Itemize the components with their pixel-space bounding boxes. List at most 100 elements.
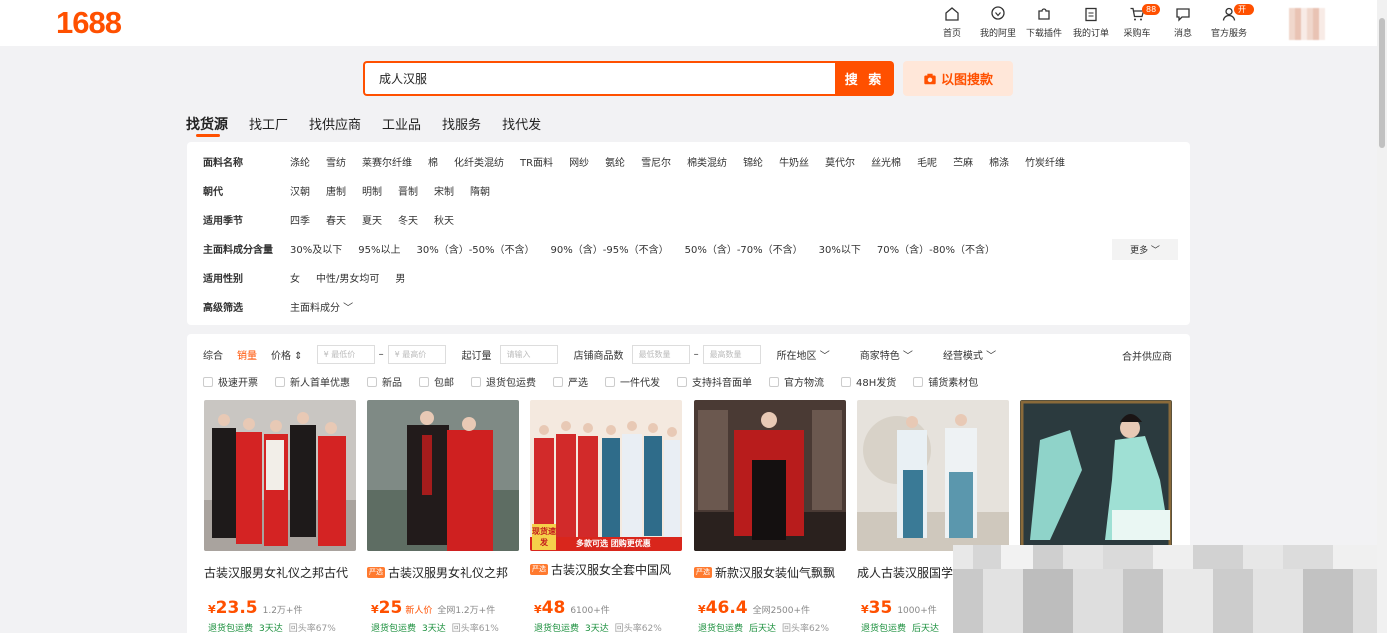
quick-filter-checkbox[interactable]: 极速开票 [203, 374, 258, 389]
filter-option[interactable]: 苎麻 [953, 154, 973, 169]
product-card[interactable]: 严选 新款汉服女装仙气飘飘 ¥ 46.4 全网2500+件 退货包运费 后天达 回… [694, 400, 846, 633]
sort-comprehensive[interactable]: 综合 [203, 347, 223, 362]
tab-dropship[interactable]: 找代发 [502, 114, 541, 134]
quick-filter-checkbox[interactable]: 48H发货 [841, 374, 896, 389]
filter-option[interactable]: 锦纶 [743, 154, 763, 169]
shop-count-min-input[interactable]: 最低数量 [631, 344, 690, 364]
moq-input[interactable]: 请输入 [499, 344, 558, 364]
filter-option[interactable]: 30%及以下 [290, 241, 342, 256]
filter-option[interactable]: 棉 [428, 154, 438, 169]
nav-home[interactable]: 首页 [927, 6, 977, 39]
filter-option[interactable]: 30%以下 [819, 241, 861, 256]
nav-my-orders[interactable]: 我的订单 [1066, 6, 1116, 39]
checkbox-box[interactable] [367, 376, 377, 387]
shop-count-max-input[interactable]: 最高数量 [702, 344, 761, 364]
checkbox-box[interactable] [419, 376, 429, 387]
filter-option[interactable]: 30%（含）-50%（不含） [416, 241, 534, 256]
quick-filter-checkbox[interactable]: 严选 [553, 374, 588, 389]
filter-option[interactable]: 雪纺 [326, 154, 346, 169]
filter-option[interactable]: 春天 [326, 212, 346, 227]
filter-option[interactable]: 95%以上 [358, 241, 400, 256]
filter-option[interactable]: 晋制 [398, 183, 418, 198]
checkbox-box[interactable] [769, 376, 779, 387]
product-image[interactable] [204, 400, 356, 551]
scrollbar[interactable] [1377, 0, 1387, 633]
filter-option[interactable]: 棉类混纺 [687, 154, 727, 169]
filter-option[interactable]: 牛奶丝 [779, 154, 809, 169]
product-image[interactable] [1020, 400, 1172, 551]
filter-option[interactable]: 汉朝 [290, 183, 310, 198]
product-title[interactable]: 严选 新款汉服女装仙气飘飘 [694, 564, 846, 581]
region-dropdown[interactable]: 所在地区 ﹀ [777, 347, 830, 362]
product-title[interactable]: 严选 古装汉服女全套中国风 [530, 561, 682, 578]
product-card[interactable]: 现货速发 多款可选 团购更优惠 严选 古装汉服女全套中国风 ¥ 48 6100+件… [530, 400, 682, 633]
filter-option[interactable]: 女 [290, 270, 300, 285]
quick-filter-checkbox[interactable]: 新品 [367, 374, 402, 389]
sort-sales[interactable]: 销量 [237, 347, 257, 362]
quick-filter-checkbox[interactable]: 新人首单优惠 [275, 374, 350, 389]
quick-filter-checkbox[interactable]: 一件代发 [605, 374, 660, 389]
filter-option[interactable]: 莫代尔 [825, 154, 855, 169]
filter-option[interactable]: 明制 [362, 183, 382, 198]
checkbox-box[interactable] [203, 376, 213, 387]
tab-find-service[interactable]: 找服务 [442, 114, 481, 134]
more-filters-button[interactable]: 更多 ﹀ [1112, 239, 1178, 260]
product-image[interactable] [857, 400, 1009, 551]
filter-option[interactable]: 冬天 [398, 212, 418, 227]
filter-option[interactable]: 唐制 [326, 183, 346, 198]
filter-option[interactable]: 竹炭纤维 [1025, 154, 1065, 169]
checkbox-box[interactable] [553, 376, 563, 387]
quick-filter-checkbox[interactable]: 包邮 [419, 374, 454, 389]
filter-option[interactable]: 化纤类混纺 [454, 154, 504, 169]
product-title[interactable]: 古装汉服男女礼仪之邦古代 [204, 564, 356, 581]
checkbox-box[interactable] [275, 376, 285, 387]
filter-option[interactable]: 氨纶 [605, 154, 625, 169]
checkbox-box[interactable] [605, 376, 615, 387]
filter-option[interactable]: 四季 [290, 212, 310, 227]
filter-option[interactable]: 夏天 [362, 212, 382, 227]
filter-option[interactable]: 隋朝 [470, 183, 490, 198]
tab-find-supplier[interactable]: 找供应商 [309, 114, 361, 134]
price-min-input[interactable]: ¥ 最低价 [316, 344, 375, 364]
quick-filter-checkbox[interactable]: 支持抖音面单 [677, 374, 752, 389]
checkbox-box[interactable] [913, 376, 924, 387]
product-title[interactable]: 严选 古装汉服男女礼仪之邦 [367, 564, 519, 581]
filter-option[interactable]: 70%（含）-80%（不含） [877, 241, 995, 256]
checkbox-box[interactable] [841, 376, 851, 387]
search-input[interactable] [365, 63, 835, 94]
filter-option[interactable]: 莱赛尔纤维 [362, 154, 412, 169]
nav-messages[interactable]: 消息 [1158, 6, 1208, 39]
tab-find-factory[interactable]: 找工厂 [249, 114, 288, 134]
merchant-feature-dropdown[interactable]: 商家特色 ﹀ [860, 347, 913, 362]
filter-option[interactable]: 中性/男女均可 [316, 270, 379, 285]
filter-option[interactable]: 毛呢 [917, 154, 937, 169]
site-logo[interactable]: 1688 [56, 5, 122, 41]
scrollbar-thumb[interactable] [1379, 18, 1385, 148]
business-model-dropdown[interactable]: 经营模式 ﹀ [943, 347, 996, 362]
advanced-filter-dropdown[interactable]: 主面料成分 ﹀ [290, 299, 353, 314]
image-search-button[interactable]: 以图搜款 [903, 61, 1013, 96]
product-image-wrap[interactable]: 现货速发 多款可选 团购更优惠 [530, 400, 682, 551]
filter-option[interactable]: 丝光棉 [871, 154, 901, 169]
filter-option[interactable]: 雪尼尔 [641, 154, 671, 169]
filter-option[interactable]: 网纱 [569, 154, 589, 169]
tab-industrial[interactable]: 工业品 [382, 114, 421, 134]
sort-price[interactable]: 价格 ⇕ [271, 347, 303, 362]
filter-option[interactable]: TR面料 [520, 154, 553, 169]
search-button[interactable]: 搜 索 [835, 61, 894, 96]
nav-cart[interactable]: 88 采购车 [1112, 4, 1162, 39]
price-max-input[interactable]: ¥ 最高价 [387, 344, 446, 364]
avatar[interactable] [1289, 8, 1325, 40]
filter-option[interactable]: 秋天 [434, 212, 454, 227]
product-image[interactable] [367, 400, 519, 551]
product-card[interactable]: 古装汉服男女礼仪之邦古代 ¥ 23.5 1.2万+件 退货包运费 3天达 回头率… [204, 400, 356, 633]
filter-option[interactable]: 50%（含）-70%（不含） [685, 241, 803, 256]
filter-option[interactable]: 宋制 [434, 183, 454, 198]
checkbox-box[interactable] [677, 376, 687, 387]
checkbox-box[interactable] [471, 376, 481, 387]
product-image[interactable] [694, 400, 846, 551]
nav-my-ali[interactable]: 我的阿里 [973, 6, 1023, 39]
filter-option[interactable]: 涤纶 [290, 154, 310, 169]
tab-find-source[interactable]: 找货源 [186, 114, 228, 137]
quick-filter-checkbox[interactable]: 官方物流 [769, 374, 824, 389]
